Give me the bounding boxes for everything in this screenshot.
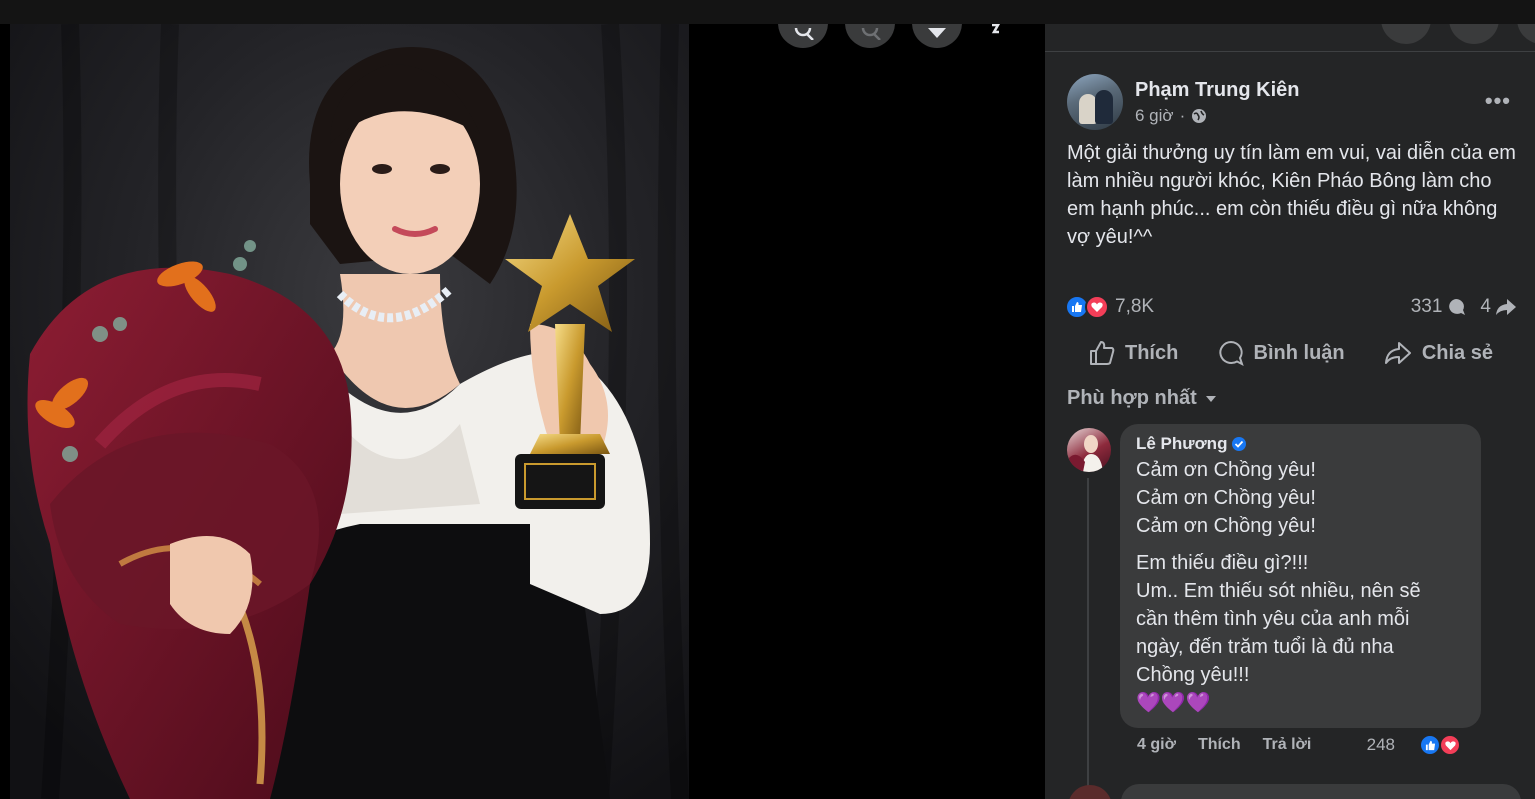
like-label: Thích	[1125, 341, 1179, 364]
comment-line: ngày, đến trăm tuổi là đủ nha	[1136, 636, 1394, 658]
comments-count-link[interactable]: 331	[1411, 296, 1467, 318]
like-icon	[1090, 341, 1115, 365]
commenter-name-row: Lê Phương	[1136, 434, 1465, 454]
meta-separator: ·	[1179, 105, 1186, 125]
panel-header	[1045, 24, 1535, 52]
globe-icon	[1192, 108, 1207, 123]
photo-viewer	[0, 24, 1045, 799]
comment-line: Em thiếu điều gì?!!!	[1136, 552, 1309, 574]
love-reaction-icon	[1439, 734, 1461, 756]
verified-badge-icon	[1232, 437, 1247, 451]
comment-button[interactable]: Bình luận	[1218, 340, 1345, 366]
comment-line: cần thêm tình yêu của anh mỗi	[1136, 608, 1410, 630]
comment-icon	[1218, 340, 1244, 366]
comment-footer: 4 giờ Thích Trả lời 248	[1137, 734, 1461, 756]
fullscreen-button[interactable]	[986, 24, 1006, 34]
comment-count-icon	[1449, 299, 1466, 315]
share-label: Chia sẻ	[1421, 341, 1493, 364]
next-comment-bubble	[1121, 784, 1521, 799]
share-button[interactable]: Chia sẻ	[1384, 340, 1493, 366]
zoom-in-icon	[794, 28, 814, 40]
comment-bubble: Lê Phương Cảm ơn Chồng yêu! Cảm ơn Chồng…	[1120, 424, 1481, 728]
more-options-button[interactable]: •••	[1485, 88, 1511, 114]
comment-reply-button[interactable]: Trả lời	[1263, 736, 1312, 754]
sort-label: Phù hợp nhất	[1067, 387, 1197, 409]
post-photo[interactable]	[10, 24, 689, 799]
zoom-in-button[interactable]	[778, 24, 828, 48]
caret-down-icon	[1205, 395, 1216, 402]
zoom-out-icon	[861, 28, 881, 40]
zoom-out-button[interactable]	[845, 24, 895, 48]
comments-count: 331	[1410, 296, 1443, 317]
comment-line: Um.. Em thiếu sót nhiều, nên sẽ	[1136, 580, 1421, 602]
share-count-icon	[1496, 299, 1516, 315]
comment-reactions[interactable]: 248	[1367, 734, 1461, 756]
notifications-button[interactable]	[1449, 24, 1499, 44]
author-name[interactable]: Phạm Trung Kiên	[1135, 79, 1299, 102]
post-actions: Thích Bình luận Chia sẻ	[1065, 332, 1517, 374]
post-stats: 7,8K 331 4	[1065, 292, 1517, 322]
share-icon	[1384, 342, 1411, 364]
post-header: Phạm Trung Kiên 6 giờ ·	[1067, 74, 1299, 130]
post-meta: 6 giờ ·	[1135, 106, 1299, 126]
account-button[interactable]	[1517, 24, 1535, 44]
love-reaction-icon	[1085, 295, 1109, 319]
menu-button[interactable]	[1381, 24, 1431, 44]
avatar-figure	[1095, 90, 1113, 124]
tag-button[interactable]	[912, 24, 962, 48]
like-reaction-icon	[1419, 734, 1441, 756]
reply-thread-line	[1087, 478, 1089, 790]
comment-line: Cảm ơn Chồng yêu!	[1136, 515, 1316, 537]
commenter-avatar[interactable]	[1067, 428, 1111, 472]
tag-icon	[928, 28, 946, 38]
fullscreen-icon	[991, 24, 1001, 34]
author-avatar[interactable]	[1067, 74, 1123, 130]
comment-like-button[interactable]: Thích	[1198, 736, 1241, 754]
comment-time[interactable]: 4 giờ	[1137, 736, 1176, 754]
comment-line: Cảm ơn Chồng yêu!	[1136, 487, 1316, 509]
post-text: Một giải thưởng uy tín làm em vui, vai d…	[1067, 142, 1516, 248]
comment-reactions-count: 248	[1366, 735, 1395, 754]
shares-count-link[interactable]: 4	[1480, 296, 1517, 318]
photo-illustration	[10, 24, 689, 799]
top-bar	[0, 0, 1535, 24]
comment-emoji-line: 💜💜💜	[1136, 692, 1211, 714]
commenter-name[interactable]: Lê Phương	[1136, 434, 1227, 454]
comment-line: Cảm ơn Chồng yêu!	[1136, 459, 1316, 481]
post-panel: Phạm Trung Kiên 6 giờ · ••• Một giải thư…	[1045, 24, 1535, 799]
reactions-summary[interactable]: 7,8K	[1065, 295, 1154, 319]
post-time[interactable]: 6 giờ	[1135, 106, 1174, 126]
comment-line: Chồng yêu!!!	[1136, 664, 1250, 686]
comment-label: Bình luận	[1253, 341, 1345, 364]
reactions-count: 7,8K	[1115, 296, 1155, 317]
comment-sort-dropdown[interactable]: Phù hợp nhất	[1067, 387, 1217, 410]
like-button[interactable]: Thích	[1089, 340, 1178, 366]
shares-count: 4	[1480, 296, 1491, 317]
